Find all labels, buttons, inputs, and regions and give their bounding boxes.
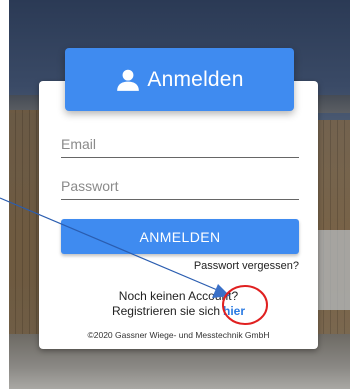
register-prefix: Registrieren sie sich (111, 304, 221, 318)
login-title: Anmelden (147, 67, 244, 91)
password-field[interactable] (61, 175, 299, 200)
login-page: Anmelden ANMELDEN Passwort vergessen? No… (0, 0, 350, 389)
copyright-text: ©2020 Gassner Wiege- und Messtechnik Gmb… (87, 330, 270, 340)
login-header: Anmelden (65, 48, 294, 111)
email-input[interactable] (61, 133, 299, 155)
forgot-password-link[interactable]: Passwort vergessen? (194, 260, 299, 272)
user-icon (117, 69, 140, 91)
register-line: Registrieren sie sich hier (39, 304, 318, 318)
no-account-text: Noch keinen Account? (118, 289, 239, 303)
register-link[interactable]: hier (223, 304, 245, 318)
login-button[interactable]: ANMELDEN (61, 219, 299, 254)
email-field[interactable] (61, 133, 299, 158)
password-input[interactable] (61, 175, 299, 197)
